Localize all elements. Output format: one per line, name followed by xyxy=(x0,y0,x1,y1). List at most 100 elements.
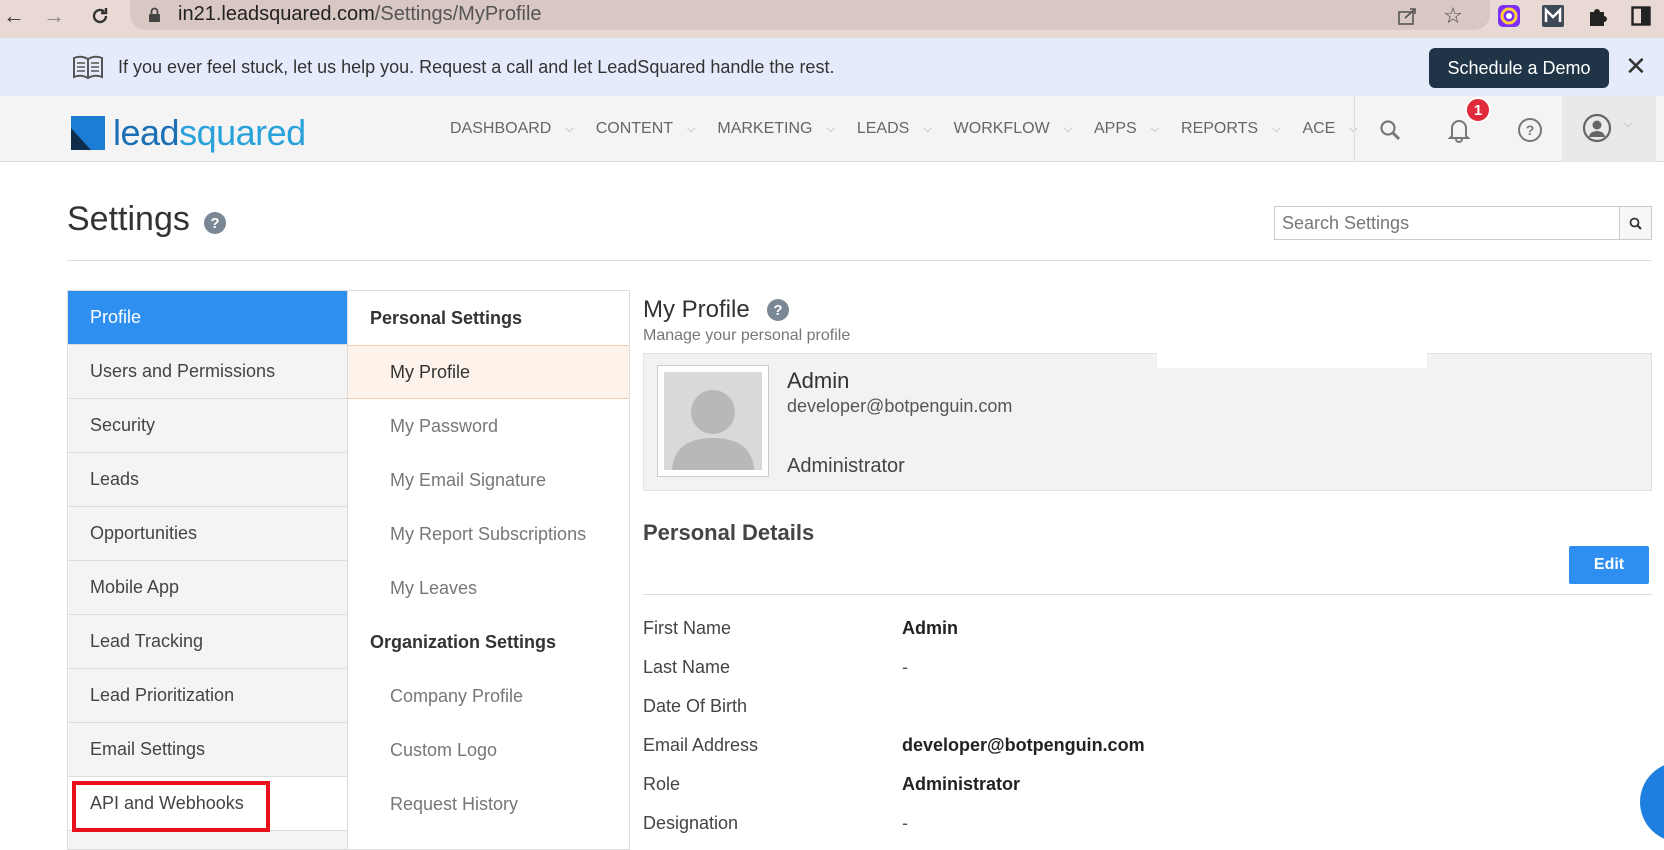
nav-label: ACE xyxy=(1302,120,1336,137)
highlight-box xyxy=(72,781,270,832)
settings-category-menu: Profile Users and Permissions Security L… xyxy=(67,290,348,850)
detail-label-role: Role xyxy=(643,774,681,794)
edit-button[interactable]: Edit xyxy=(1569,546,1649,584)
profile-name: Admin xyxy=(787,368,850,393)
forward-icon[interactable]: → xyxy=(40,2,68,30)
nav-label: WORKFLOW xyxy=(953,120,1050,137)
detail-value-first-name: Admin xyxy=(902,618,958,638)
banner-message: If you ever feel stuck, let us help you.… xyxy=(118,57,835,77)
logo-prefix: lead xyxy=(113,112,180,153)
detail-label-dob: Date Of Birth xyxy=(643,696,748,716)
nav-content[interactable]: CONTENT ⌵ xyxy=(596,120,696,138)
redaction-block xyxy=(1157,353,1427,368)
url-path: /Settings/MyProfile xyxy=(374,3,542,25)
bookmark-star-icon[interactable]: ☆ xyxy=(1440,3,1466,29)
menu-item-mobile-app[interactable]: Mobile App xyxy=(68,561,347,615)
settings-help-icon[interactable]: ? xyxy=(204,212,226,234)
detail-label-email: Email Address xyxy=(643,735,759,755)
menu-item-users-permissions[interactable]: Users and Permissions xyxy=(68,345,347,399)
book-icon xyxy=(73,55,103,80)
detail-value-last-name: - xyxy=(902,657,908,677)
chevron-down-icon: ⌵ xyxy=(687,122,696,135)
submenu-my-password[interactable]: My Password xyxy=(348,399,629,453)
schedule-demo-button[interactable]: Schedule a Demo xyxy=(1429,48,1609,88)
notification-badge: 1 xyxy=(1465,97,1491,123)
extension-m-icon[interactable] xyxy=(1540,3,1566,29)
url-host: in21.leadsquared.com xyxy=(178,3,375,25)
submenu-company-profile[interactable]: Company Profile xyxy=(348,669,629,723)
personal-settings-heading: Personal Settings xyxy=(370,307,523,328)
personal-details-heading: Personal Details xyxy=(643,520,815,545)
submenu-my-report-subscriptions[interactable]: My Report Subscriptions xyxy=(348,507,629,561)
logo-wordmark: leadsquared xyxy=(113,112,306,154)
submenu-my-leaves[interactable]: My Leaves xyxy=(348,561,629,615)
chevron-down-icon: ⌵ xyxy=(565,122,574,135)
search-settings-box xyxy=(1274,206,1652,240)
chevron-down-icon: ⌵ xyxy=(826,122,835,135)
nav-ace[interactable]: ACE⌵ xyxy=(1302,120,1357,138)
submenu-my-profile[interactable]: My Profile xyxy=(348,345,629,399)
search-settings-button[interactable] xyxy=(1619,207,1651,239)
settings-submenu: Personal Settings My Profile My Password… xyxy=(348,290,630,850)
organization-settings-heading: Organization Settings xyxy=(370,631,557,652)
chevron-down-icon: ⌵ xyxy=(1150,122,1160,135)
menu-item-lead-tracking[interactable]: Lead Tracking xyxy=(68,615,347,669)
detail-label-first-name: First Name xyxy=(643,618,732,638)
app-header: leadsquared DASHBOARD ⌵ CONTENT ⌵ MARKETIN… xyxy=(0,96,1664,162)
profile-help-icon[interactable]: ? xyxy=(767,299,789,321)
page-title: Settings xyxy=(67,200,190,238)
menu-item-security[interactable]: Security xyxy=(68,399,347,453)
avatar[interactable] xyxy=(657,365,769,477)
nav-dashboard[interactable]: DASHBOARD ⌵ xyxy=(450,120,574,138)
extensions-puzzle-icon[interactable] xyxy=(1584,3,1610,29)
chevron-down-icon: ⌵ xyxy=(1272,122,1281,135)
chevron-down-icon: ⌵ xyxy=(923,122,932,135)
browser-toolbar: ← → in21.leadsquared.com/Settings/MyProf… xyxy=(0,0,1664,38)
nav-reports[interactable]: REPORTS ⌵ xyxy=(1181,120,1280,138)
profile-role: Administrator xyxy=(787,455,905,477)
menu-item-profile[interactable]: Profile xyxy=(68,291,347,345)
detail-label-last-name: Last Name xyxy=(643,657,731,677)
help-banner: If you ever feel stuck, let us help you.… xyxy=(0,38,1664,96)
lock-icon xyxy=(149,7,160,22)
search-icon[interactable] xyxy=(1374,114,1406,146)
nav-label: LEADS xyxy=(856,120,910,137)
chevron-down-icon: ⌵ xyxy=(1063,122,1072,135)
divider xyxy=(643,594,1652,595)
nav-leads[interactable]: LEADS ⌵ xyxy=(857,120,932,138)
profile-email: developer@botpenguin.com xyxy=(787,396,1013,416)
logo-suffix: squared xyxy=(179,112,306,153)
menu-item-lead-prioritization[interactable]: Lead Prioritization xyxy=(68,669,347,723)
user-menu[interactable]: ⌵ xyxy=(1562,96,1656,162)
svg-text:?: ? xyxy=(1526,122,1535,138)
nav-label: DASHBOARD xyxy=(450,120,552,137)
logo-mark-icon xyxy=(71,116,105,150)
back-icon[interactable]: ← xyxy=(0,2,28,30)
menu-item-leads[interactable]: Leads xyxy=(68,453,347,507)
close-icon[interactable]: ✕ xyxy=(1625,51,1647,82)
extension-color-icon[interactable] xyxy=(1496,3,1522,29)
nav-label: MARKETING xyxy=(717,120,813,137)
leadsquared-logo[interactable]: leadsquared xyxy=(71,112,306,154)
nav-label: APPS xyxy=(1094,120,1137,137)
nav-marketing[interactable]: MARKETING ⌵ xyxy=(717,120,834,138)
nav-label: CONTENT xyxy=(595,120,674,137)
submenu-custom-logo[interactable]: Custom Logo xyxy=(348,723,629,777)
reload-icon[interactable] xyxy=(86,2,114,30)
menu-item-opportunities[interactable]: Opportunities xyxy=(68,507,347,561)
content-title: My Profile xyxy=(643,296,750,323)
url-text[interactable]: in21.leadsquared.com/Settings/MyProfile xyxy=(178,3,542,26)
help-icon[interactable]: ? xyxy=(1514,114,1546,146)
detail-value-designation: - xyxy=(902,813,908,833)
share-icon[interactable] xyxy=(1395,3,1421,29)
sidepanel-icon[interactable] xyxy=(1628,3,1654,29)
content-subtitle: Manage your personal profile xyxy=(643,327,851,344)
submenu-request-history[interactable]: Request History xyxy=(348,777,629,831)
nav-workflow[interactable]: WORKFLOW ⌵ xyxy=(954,120,1072,138)
menu-item-email-settings[interactable]: Email Settings xyxy=(68,723,347,777)
nav-apps[interactable]: APPS ⌵ xyxy=(1094,120,1159,138)
submenu-my-email-signature[interactable]: My Email Signature xyxy=(348,453,629,507)
search-settings-input[interactable] xyxy=(1275,207,1617,239)
main-nav: DASHBOARD ⌵ CONTENT ⌵ MARKETING ⌵ LEADS ⌵ WO… xyxy=(450,96,1380,162)
chat-widget-button[interactable] xyxy=(1640,762,1664,842)
